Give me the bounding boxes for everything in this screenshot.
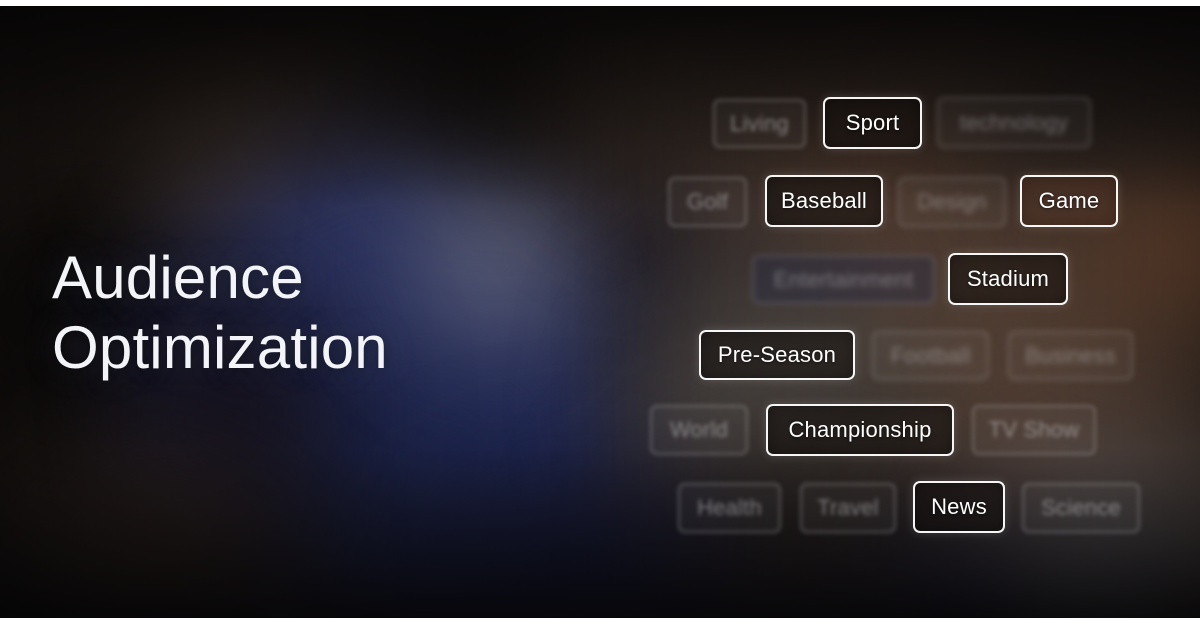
- tag-chip-business[interactable]: Business: [1008, 331, 1133, 380]
- tag-chip-world[interactable]: World: [650, 405, 748, 455]
- tag-cloud: Living Sport technology Golf Baseball Design G…: [0, 0, 1200, 630]
- tag-chip-living[interactable]: Living: [713, 99, 806, 148]
- tag-chip-golf[interactable]: Golf: [668, 177, 747, 227]
- tag-chip-entertainment[interactable]: Entertainment: [752, 255, 935, 304]
- tag-chip-sport[interactable]: Sport: [823, 97, 922, 149]
- tag-chip-championship[interactable]: Championship: [766, 404, 954, 456]
- tag-chip-pre-season[interactable]: Pre-Season: [699, 330, 855, 380]
- tag-chip-news[interactable]: News: [913, 481, 1005, 533]
- tag-chip-tv-show[interactable]: TV Show: [972, 405, 1096, 455]
- tag-chip-technology[interactable]: technology: [937, 97, 1091, 148]
- tag-chip-travel[interactable]: Travel: [800, 483, 896, 533]
- tag-chip-game[interactable]: Game: [1020, 175, 1118, 227]
- tag-chip-science[interactable]: Science: [1022, 483, 1140, 533]
- tag-chip-stadium[interactable]: Stadium: [948, 253, 1068, 305]
- tag-chip-football[interactable]: Football: [872, 331, 989, 380]
- tag-chip-baseball[interactable]: Baseball: [765, 175, 883, 227]
- promo-banner: Audience Optimization Living Sport technol…: [0, 0, 1200, 630]
- tag-chip-design[interactable]: Design: [898, 177, 1006, 227]
- tag-chip-health[interactable]: Health: [678, 483, 781, 533]
